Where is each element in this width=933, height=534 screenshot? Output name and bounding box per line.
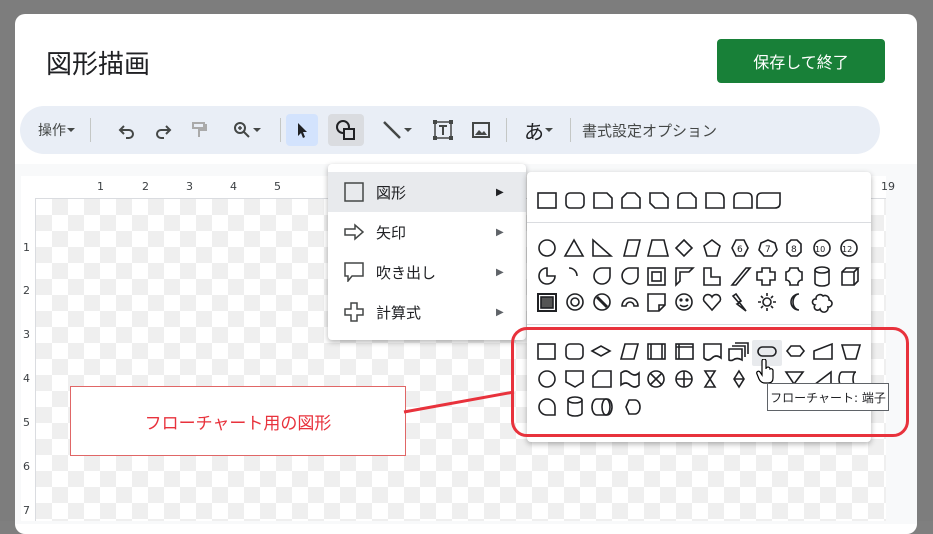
tooltip: フローチャート: 端子: [767, 383, 889, 411]
shape-pie[interactable]: [538, 267, 556, 285]
shape-round-same-side[interactable]: [733, 192, 753, 209]
svg-text:7: 7: [765, 245, 771, 255]
shape-frame[interactable]: [647, 267, 666, 286]
shape-cloud[interactable]: [811, 293, 833, 313]
hand-pointer-icon: [756, 359, 774, 384]
shape-trapezoid[interactable]: [646, 239, 670, 257]
svg-text:10: 10: [815, 245, 825, 254]
shape-smiley-face[interactable]: [675, 293, 693, 311]
shape-cube[interactable]: [841, 267, 860, 286]
shape-teardrop[interactable]: [593, 267, 611, 285]
shape-plus[interactable]: [756, 267, 776, 286]
shape-triangle[interactable]: [563, 238, 585, 257]
shape-pentagon[interactable]: [703, 239, 721, 257]
shape-snip-round[interactable]: [677, 192, 697, 209]
shape-round-diagonal[interactable]: [756, 192, 781, 209]
shape-snip-same-side[interactable]: [621, 192, 641, 209]
shape-parallelogram[interactable]: [622, 239, 642, 257]
svg-text:12: 12: [842, 245, 852, 254]
shape-snip-single-corner[interactable]: [593, 192, 613, 209]
shape-round-single-corner[interactable]: [705, 192, 725, 209]
shape-l-shape[interactable]: [703, 267, 721, 286]
shape-diagonal-stripe[interactable]: [730, 267, 752, 286]
shape-decagon[interactable]: 10: [813, 239, 831, 257]
shape-can[interactable]: [814, 266, 830, 287]
shape-dodecagon[interactable]: 12: [840, 239, 858, 257]
shape-diamond[interactable]: [674, 238, 694, 258]
svg-text:8: 8: [791, 245, 797, 255]
shape-no-symbol[interactable]: [593, 293, 611, 311]
flowchart-highlight-frame: [511, 327, 909, 437]
shape-sun[interactable]: [758, 293, 776, 311]
shape-arc[interactable]: [568, 267, 578, 277]
shape-half-frame[interactable]: [675, 267, 695, 287]
shape-heptagon[interactable]: 7: [758, 239, 778, 257]
shape-donut[interactable]: [566, 293, 584, 311]
shape-chord[interactable]: [621, 267, 639, 285]
shape-block-arc[interactable]: [621, 297, 639, 307]
shape-rounded-rectangle[interactable]: [565, 192, 585, 209]
shape-plaque[interactable]: [785, 267, 803, 286]
shape-palette: 6 7 8 10 12: [537, 192, 862, 417]
shape-heart[interactable]: [702, 293, 722, 312]
shape-snip-diagonal[interactable]: [649, 192, 669, 209]
shape-lightning-bolt[interactable]: [731, 292, 747, 312]
shape-hexagon[interactable]: 6: [731, 239, 749, 257]
shape-right-triangle[interactable]: [592, 238, 614, 257]
shape-oval[interactable]: [538, 239, 556, 257]
svg-text:6: 6: [737, 245, 743, 255]
shape-moon[interactable]: [790, 293, 800, 311]
shape-folded-corner[interactable]: [647, 293, 666, 312]
shape-bevel[interactable]: [537, 293, 557, 312]
shape-octagon[interactable]: 8: [786, 239, 802, 257]
shape-rectangle[interactable]: [537, 192, 557, 209]
